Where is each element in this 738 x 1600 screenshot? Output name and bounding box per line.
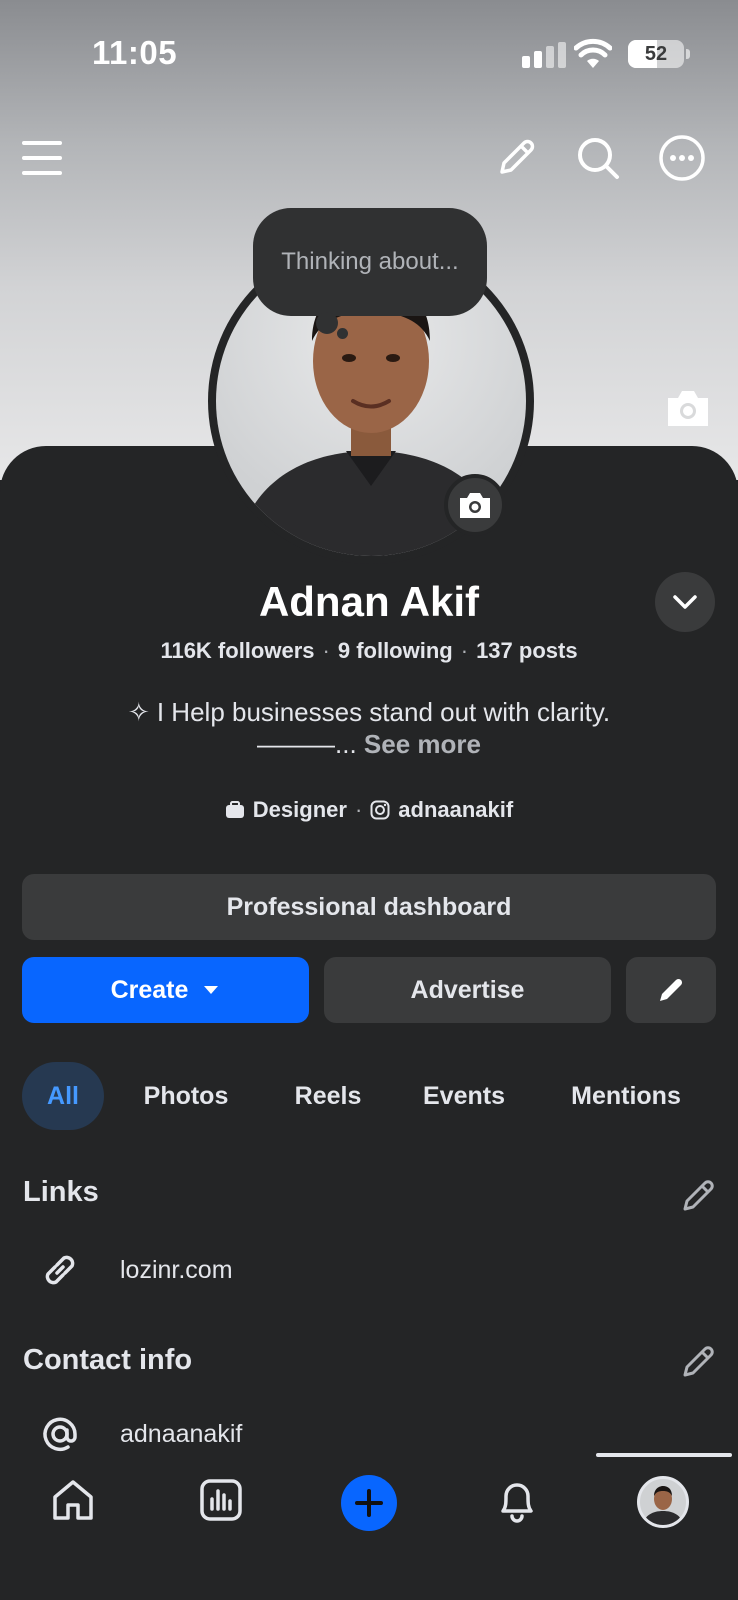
active-tab-indicator: [596, 1453, 732, 1457]
professional-dashboard-label: Professional dashboard: [226, 892, 512, 921]
menu-icon[interactable]: [16, 132, 68, 184]
advertise-button[interactable]: Advertise: [324, 957, 611, 1023]
status-bar: 11:05 52: [0, 0, 738, 100]
chevron-down-icon: [673, 595, 697, 609]
create-post-button[interactable]: [341, 1475, 397, 1531]
profile-avatar[interactable]: [637, 1476, 689, 1528]
status-time: 11:05: [92, 34, 178, 71]
plus-icon: [355, 1489, 383, 1517]
avatar-camera-button[interactable]: [444, 474, 506, 536]
thought-bubble-dot-small: [337, 328, 348, 339]
create-label: Create: [110, 975, 189, 1004]
meta-separator: ·: [354, 797, 363, 822]
tab-photos[interactable]: Photos: [104, 1062, 268, 1130]
instagram-icon: [370, 800, 390, 820]
professional-dashboard-button[interactable]: Professional dashboard: [22, 874, 716, 940]
edit-profile-button[interactable]: [626, 957, 716, 1023]
create-button[interactable]: Create: [22, 957, 309, 1023]
profile-stats: 116K followers · 9 following · 137 posts: [160, 638, 578, 663]
edit-icon[interactable]: [490, 132, 542, 184]
contact-section-title: Contact info: [23, 1344, 193, 1376]
cellular-signal-icon: [522, 42, 566, 68]
tab-events[interactable]: Events: [388, 1062, 540, 1130]
instagram-handle[interactable]: adnaanakif: [398, 797, 513, 823]
edit-links-icon[interactable]: [680, 1178, 716, 1214]
profile-avatar-image: [642, 1486, 684, 1525]
camera-icon: [460, 493, 490, 518]
tab-mentions[interactable]: Mentions: [540, 1062, 712, 1130]
following-count[interactable]: 9 following: [338, 638, 453, 663]
contact-username[interactable]: adnaanakif: [120, 1420, 242, 1449]
edit-contact-icon[interactable]: [680, 1344, 716, 1380]
cover-camera-icon[interactable]: [664, 386, 712, 430]
thought-bubble[interactable]: Thinking about...: [253, 208, 487, 316]
expand-profile-button[interactable]: [655, 572, 715, 632]
search-icon[interactable]: [572, 132, 624, 184]
tab-all[interactable]: All: [22, 1062, 104, 1130]
briefcase-icon: [225, 801, 244, 818]
profile-meta: Designer · adnaanakif: [0, 797, 738, 823]
more-icon[interactable]: [656, 132, 708, 184]
wifi-icon: [574, 38, 612, 68]
at-icon: [43, 1417, 77, 1452]
battery-percent: 52: [644, 43, 668, 65]
pencil-icon: [660, 978, 683, 1001]
bio-line-2-text: ———...: [257, 729, 357, 759]
link-icon: [45, 1255, 75, 1285]
profile-bio: ✧ I Help businesses stand out with clari…: [0, 696, 738, 760]
profile-name: Adnan Akif: [258, 578, 480, 625]
posts-count[interactable]: 137 posts: [476, 638, 578, 663]
battery-tip: [686, 49, 690, 59]
followers-count[interactable]: 116K followers: [160, 638, 314, 663]
bio-line-2: ———... See more: [0, 728, 738, 760]
dashboard-icon[interactable]: [193, 1472, 249, 1528]
thought-bubble-dot: [316, 312, 338, 334]
battery-icon: 52: [628, 40, 684, 68]
see-more-link[interactable]: See more: [364, 729, 481, 759]
bell-icon[interactable]: [489, 1472, 545, 1528]
advertise-label: Advertise: [410, 975, 525, 1004]
links-section-title: Links: [23, 1176, 99, 1208]
tab-reels[interactable]: Reels: [268, 1062, 388, 1130]
profile-category: Designer: [252, 797, 347, 822]
caret-down-icon: [204, 986, 219, 994]
website-link[interactable]: lozinr.com: [120, 1256, 233, 1285]
home-icon[interactable]: [45, 1472, 101, 1528]
profile-tabs: All Photos Reels Events Mentions: [22, 1062, 712, 1130]
bio-line-1: ✧ I Help businesses stand out with clari…: [127, 697, 611, 727]
